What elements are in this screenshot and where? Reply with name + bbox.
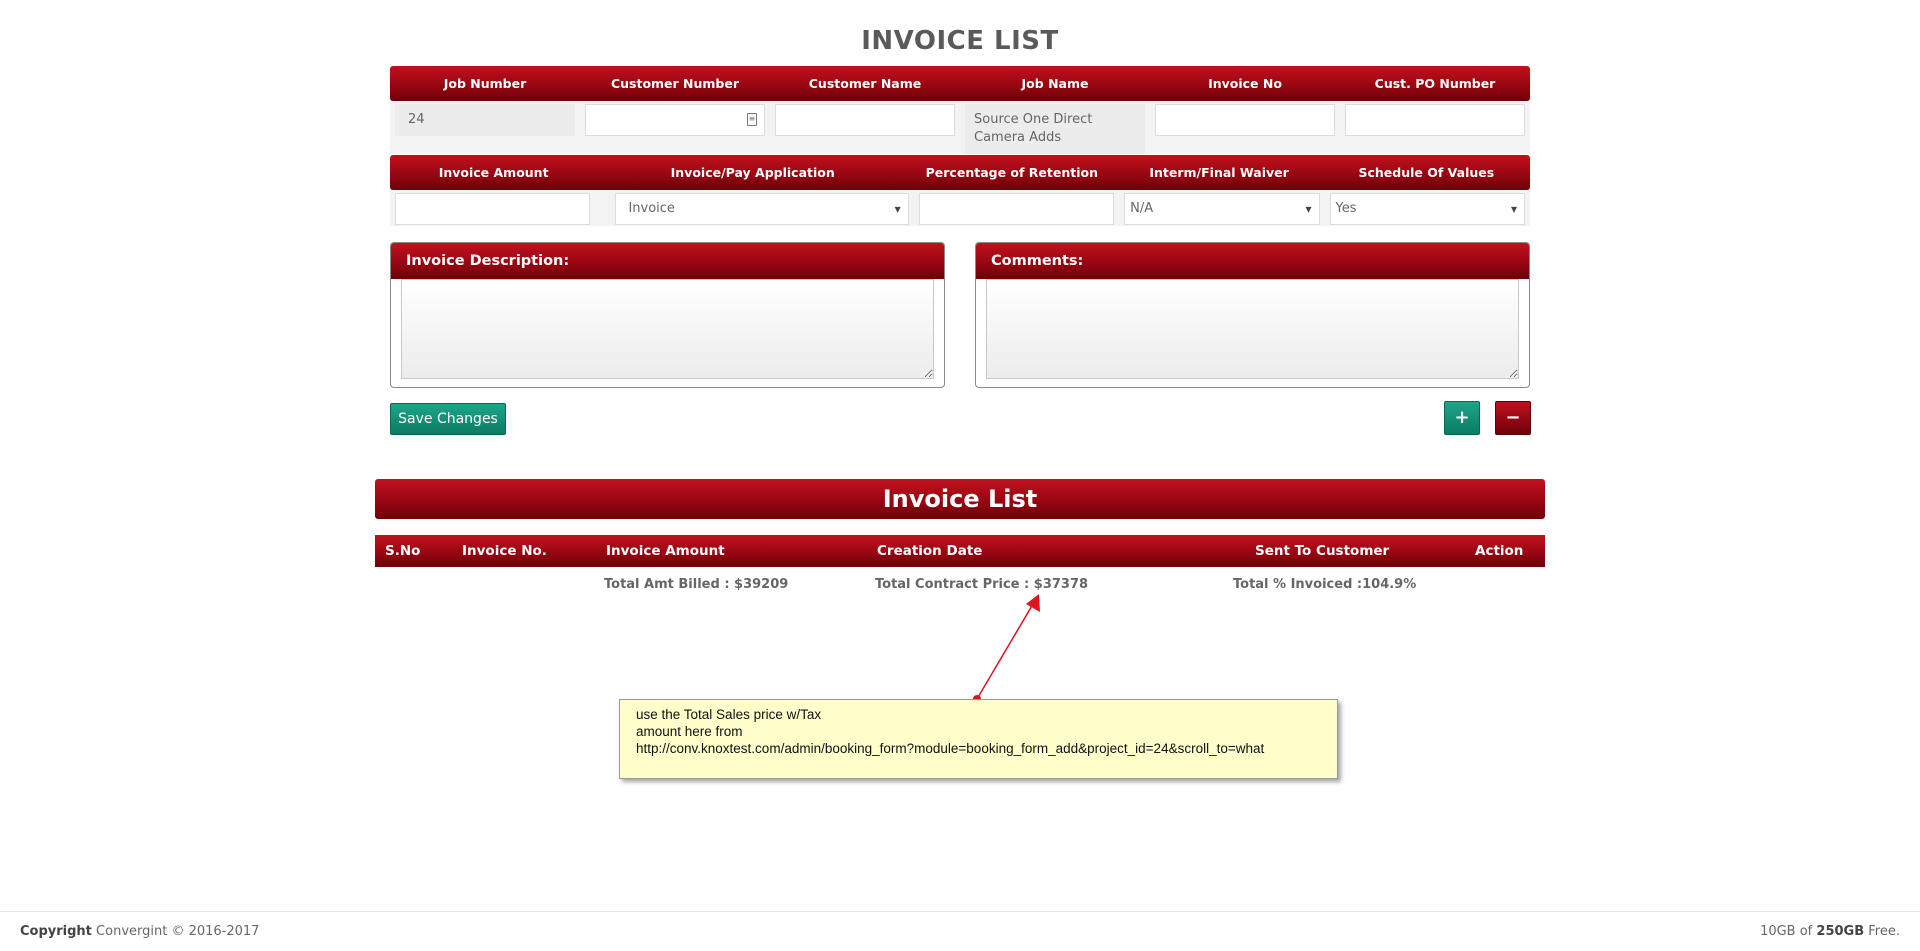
col-sno: S.No xyxy=(385,543,421,559)
copyright: Copyright Convergint © 2016-2017 xyxy=(20,924,259,939)
comments-textarea[interactable] xyxy=(986,279,1519,379)
form-row1-header: Job Number Customer Number Customer Name… xyxy=(390,66,1530,101)
waiver-value: N/A xyxy=(1130,201,1154,216)
form-row2-header: Invoice Amount Invoice/Pay Application P… xyxy=(390,155,1530,190)
waiver-select[interactable]: N/A xyxy=(1124,193,1320,225)
total-contract-price: Total Contract Price : $37378 xyxy=(875,577,1089,592)
save-changes-button[interactable]: Save Changes xyxy=(390,403,506,435)
invoice-description-label: Invoice Description: xyxy=(391,243,944,279)
invoice-list-title: Invoice List xyxy=(375,479,1545,519)
form-row2-body: Invoice N/A Yes xyxy=(390,190,1530,226)
job-number-label: Job Number xyxy=(443,76,527,91)
invoice-no-label: Invoice No xyxy=(1208,76,1282,91)
annotation-line-1: use the Total Sales price w/Tax xyxy=(636,707,822,722)
cust-po-number-field[interactable] xyxy=(1345,104,1525,136)
total-percent-invoiced: Total % Invoiced :104.9% xyxy=(1233,577,1417,592)
schedule-of-values-select[interactable]: Yes xyxy=(1329,193,1525,225)
invoice-amount-label: Invoice Amount xyxy=(438,165,549,180)
annotation-note: use the Total Sales price w/Tax amount h… xyxy=(619,699,1338,779)
annotation-line-2: amount here from xyxy=(636,724,743,739)
col-invoice-no: Invoice No. xyxy=(462,543,547,559)
invoice-description-panel: Invoice Description: xyxy=(390,242,945,388)
customer-name-field[interactable] xyxy=(775,104,955,136)
invoice-amount-field[interactable] xyxy=(395,193,591,225)
pay-application-value: Invoice xyxy=(628,201,675,216)
schedule-of-values-value: Yes xyxy=(1335,201,1357,216)
col-sent-to-customer: Sent To Customer xyxy=(1255,543,1390,559)
comments-panel: Comments: xyxy=(975,242,1530,388)
customer-number-field[interactable]: ≡ xyxy=(585,104,765,136)
waiver-label: Interm/Final Waiver xyxy=(1149,165,1289,180)
cust-po-number-label: Cust. PO Number xyxy=(1374,76,1496,91)
col-creation-date: Creation Date xyxy=(877,543,983,559)
annotation-line-3: http://conv.knoxtest.com/admin/booking_f… xyxy=(636,741,1265,756)
percentage-retention-field[interactable] xyxy=(918,193,1115,225)
storage-info: 10GB of 250GB Free. xyxy=(1760,924,1900,939)
remove-button[interactable]: − xyxy=(1495,401,1531,435)
customer-name-label: Customer Name xyxy=(808,76,922,91)
col-action: Action xyxy=(1475,543,1524,559)
comments-label: Comments: xyxy=(976,243,1529,279)
percentage-retention-label: Percentage of Retention xyxy=(925,165,1098,180)
copyright-text: Convergint © 2016-2017 xyxy=(96,924,260,939)
add-button[interactable]: + xyxy=(1444,401,1480,435)
invoice-list-header: S.No Invoice No. Invoice Amount Creation… xyxy=(375,535,1545,567)
storage-used: 10GB of xyxy=(1760,924,1813,939)
customer-number-label: Customer Number xyxy=(610,76,740,91)
footer: Copyright Convergint © 2016-2017 10GB of… xyxy=(0,911,1920,951)
total-amt-billed: Total Amt Billed : $39209 xyxy=(604,577,789,592)
invoice-no-field[interactable] xyxy=(1155,104,1335,136)
contact-book-icon[interactable]: ≡ xyxy=(747,113,757,126)
job-number-field[interactable]: 24 xyxy=(395,104,575,136)
job-name-label: Job Name xyxy=(1021,76,1089,91)
job-name-field[interactable]: Source One Direct Camera Adds xyxy=(965,104,1145,154)
pay-application-select[interactable]: Invoice xyxy=(615,193,909,225)
form-row1-body: 24 ≡ Source One Direct Camera Adds xyxy=(390,101,1530,154)
col-invoice-amount: Invoice Amount xyxy=(606,543,725,559)
pay-application-label: Invoice/Pay Application xyxy=(670,165,835,180)
page-title: INVOICE LIST xyxy=(861,26,1059,56)
storage-suffix: Free. xyxy=(1868,924,1900,939)
invoice-description-textarea[interactable] xyxy=(401,279,934,379)
storage-total: 250GB xyxy=(1816,924,1865,939)
copyright-label: Copyright xyxy=(20,924,92,939)
schedule-of-values-label: Schedule Of Values xyxy=(1358,165,1495,180)
